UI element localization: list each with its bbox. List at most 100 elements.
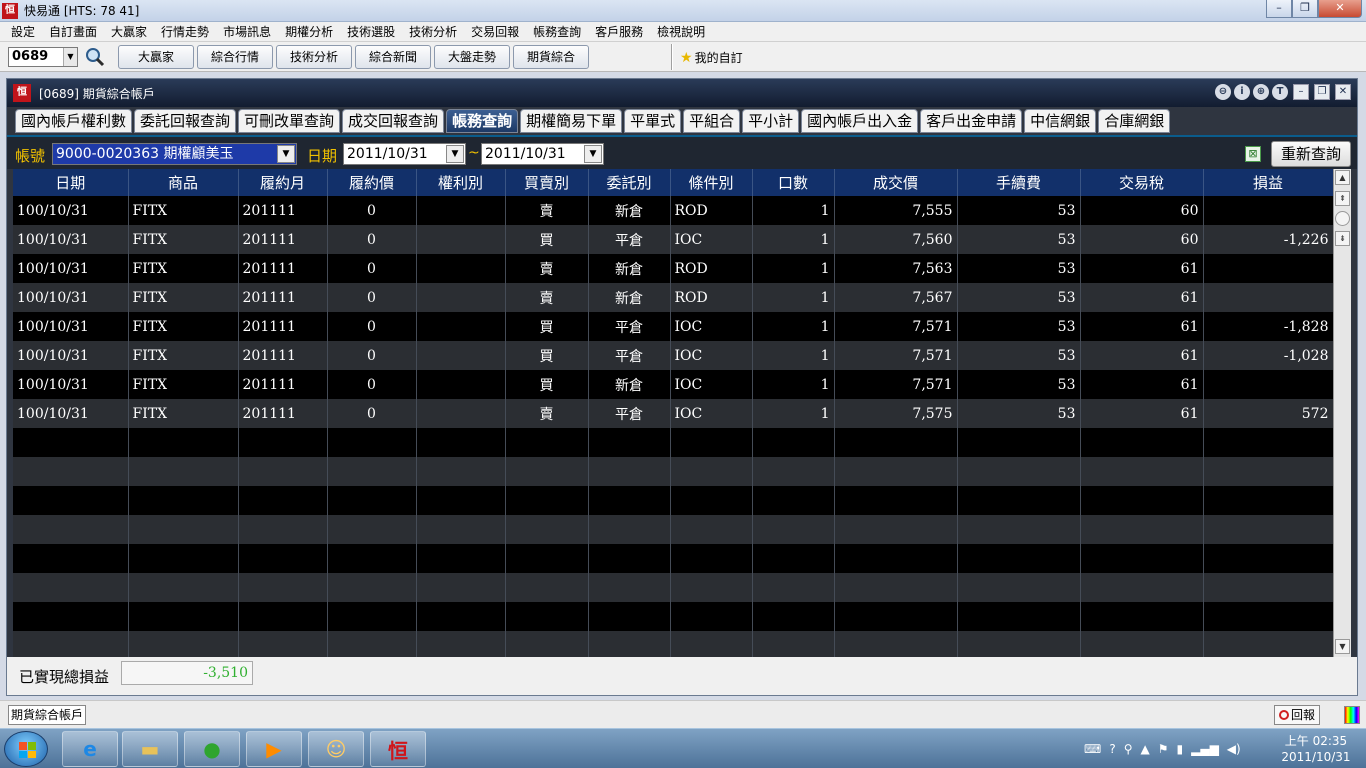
scroll-up-button[interactable]: ▲ <box>1335 170 1350 185</box>
favorites-link[interactable]: ★ 我的自訂 <box>680 49 743 66</box>
window-restore-button[interactable]: ❐ <box>1314 84 1330 100</box>
empty-table-row[interactable] <box>13 544 1334 573</box>
menu-trade-report[interactable]: 交易回報 <box>464 23 526 40</box>
ime-icon[interactable]: ⚲ <box>1124 742 1133 756</box>
requery-button[interactable]: 重新查詢 <box>1271 141 1351 167</box>
tab-order-report[interactable]: 委託回報查詢 <box>134 109 237 133</box>
tab-tcb-netbank[interactable]: 合庫網銀 <box>1098 109 1171 133</box>
tab-close-single[interactable]: 平單式 <box>624 109 682 133</box>
character-app-icon[interactable]: ☺ <box>308 731 364 767</box>
chevron-down-icon[interactable]: ▼ <box>446 145 464 163</box>
window-minimize-button[interactable]: – <box>1293 84 1309 100</box>
empty-table-row[interactable] <box>13 573 1334 602</box>
tech-analysis-button[interactable]: 技術分析 <box>276 45 352 69</box>
col-order-type[interactable]: 委託別 <box>588 169 671 196</box>
tab-modifiable-orders[interactable]: 可刪改單查詢 <box>238 109 341 133</box>
menu-help[interactable]: 檢視說明 <box>650 23 712 40</box>
chevron-down-icon[interactable]: ▼ <box>63 48 77 66</box>
close-button[interactable]: ✕ <box>1318 0 1362 18</box>
help-icon[interactable]: ? <box>1109 742 1115 756</box>
menu-market-news[interactable]: 市場訊息 <box>216 23 278 40</box>
maximize-button[interactable]: ❐ <box>1292 0 1318 18</box>
table-row[interactable]: 100/10/31 FITX 201111 0 賣新倉 ROD 1 7,555 53 60 <box>13 196 1334 225</box>
text-icon[interactable]: T <box>1272 84 1288 100</box>
chevron-down-icon[interactable]: ▼ <box>584 145 602 163</box>
menu-tech-screening[interactable]: 技術選股 <box>340 23 402 40</box>
col-call-put[interactable]: 權利別 <box>416 169 506 196</box>
scroll-page-up-icon[interactable]: ⇞ <box>1335 191 1350 206</box>
action-center-icon[interactable]: ⚑ <box>1158 742 1169 756</box>
messenger-icon[interactable]: ● <box>184 731 240 767</box>
menu-settings[interactable]: 設定 <box>4 23 42 40</box>
col-fill-price[interactable]: 成交價 <box>834 169 958 196</box>
empty-table-row[interactable] <box>13 631 1334 660</box>
menu-account-query[interactable]: 帳務查詢 <box>526 23 588 40</box>
file-explorer-icon[interactable]: ▬ <box>122 731 178 767</box>
col-fee[interactable]: 手續費 <box>957 169 1081 196</box>
col-condition[interactable]: 條件別 <box>670 169 753 196</box>
table-row[interactable]: 100/10/31 FITX 201111 0 買平倉 IOC 1 7,560 53 60 -1,2… <box>13 225 1334 254</box>
zoom-in-icon[interactable]: ⊕ <box>1253 84 1269 100</box>
menu-options-analysis[interactable]: 期權分析 <box>278 23 340 40</box>
empty-table-row[interactable] <box>13 428 1334 457</box>
stock-code-combo[interactable]: 0689 ▼ <box>8 47 78 67</box>
menu-customer-service[interactable]: 客戶服務 <box>588 23 650 40</box>
tab-account-query[interactable]: 帳務查詢 <box>446 109 519 133</box>
minimize-button[interactable]: – <box>1266 0 1292 18</box>
tab-withdraw-request[interactable]: 客戶出金申請 <box>920 109 1023 133</box>
volume-icon[interactable]: ◀) <box>1227 742 1241 756</box>
media-player-icon[interactable]: ▶ <box>246 731 302 767</box>
empty-table-row[interactable] <box>13 457 1334 486</box>
menu-custom-screen[interactable]: 自訂畫面 <box>42 23 104 40</box>
col-product[interactable]: 商品 <box>128 169 239 196</box>
empty-table-row[interactable] <box>13 486 1334 515</box>
big-winner-button[interactable]: 大贏家 <box>118 45 194 69</box>
tab-domestic-rights[interactable]: 國內帳戶權利數 <box>15 109 133 133</box>
tab-close-subtotal[interactable]: 平小計 <box>742 109 800 133</box>
search-icon[interactable] <box>84 46 106 68</box>
date-from-picker[interactable]: 2011/10/31 ▼ <box>343 143 466 165</box>
table-row[interactable]: 100/10/31 FITX 201111 0 買平倉 IOC 1 7,571 53 61 -1,8… <box>13 312 1334 341</box>
tab-close-combo[interactable]: 平組合 <box>683 109 741 133</box>
start-button[interactable] <box>4 731 48 767</box>
futures-composite-button[interactable]: 期貨綜合 <box>513 45 589 69</box>
trading-app-icon[interactable]: 恒 <box>370 731 426 767</box>
window-close-button[interactable]: ✕ <box>1335 84 1351 100</box>
keyboard-icon[interactable]: ⌨ <box>1084 742 1101 756</box>
report-indicator[interactable]: 回報 <box>1274 705 1321 725</box>
table-row[interactable]: 100/10/31 FITX 201111 0 賣新倉 ROD 1 7,567 53 61 <box>13 283 1334 312</box>
scroll-down-button[interactable]: ▼ <box>1335 639 1350 654</box>
palette-icon[interactable] <box>1344 706 1360 724</box>
tab-simple-order[interactable]: 期權簡易下單 <box>520 109 623 133</box>
col-contract-month[interactable]: 履約月 <box>238 169 328 196</box>
tab-fill-report[interactable]: 成交回報查詢 <box>342 109 445 133</box>
account-select[interactable]: 9000-0020363 期權顧美玉 ▼ <box>52 143 297 165</box>
col-qty[interactable]: 口數 <box>752 169 835 196</box>
scroll-page-down-icon[interactable]: ⇟ <box>1335 231 1350 246</box>
col-tax[interactable]: 交易稅 <box>1080 169 1204 196</box>
chevron-down-icon[interactable]: ▼ <box>277 145 295 163</box>
col-date[interactable]: 日期 <box>13 169 129 196</box>
col-pnl[interactable]: 損益 <box>1203 169 1334 196</box>
composite-news-button[interactable]: 綜合新聞 <box>355 45 431 69</box>
tab-ctbc-netbank[interactable]: 中信網銀 <box>1024 109 1097 133</box>
empty-table-row[interactable] <box>13 602 1334 631</box>
export-excel-icon[interactable]: ⊠ <box>1245 146 1261 162</box>
table-row[interactable]: 100/10/31 FITX 201111 0 買平倉 IOC 1 7,571 53 61 -1,0… <box>13 341 1334 370</box>
menu-tech-analysis[interactable]: 技術分析 <box>402 23 464 40</box>
system-clock[interactable]: 上午 02:35 2011/10/31 <box>1276 733 1356 765</box>
network-icon[interactable]: ▂▄▆ <box>1191 742 1219 756</box>
table-row[interactable]: 100/10/31 FITX 201111 0 買新倉 IOC 1 7,571 53 61 <box>13 370 1334 399</box>
show-hidden-icons-icon[interactable]: ▲ <box>1141 742 1150 756</box>
empty-table-row[interactable] <box>13 515 1334 544</box>
scroll-thumb[interactable] <box>1335 211 1350 226</box>
zoom-out-icon[interactable]: ⊖ <box>1215 84 1231 100</box>
menu-big-winner[interactable]: 大贏家 <box>104 23 154 40</box>
composite-quotes-button[interactable]: 綜合行情 <box>197 45 273 69</box>
vertical-scrollbar[interactable]: ▲ ⇞ ⇟ ▼ <box>1333 169 1351 657</box>
internet-explorer-icon[interactable]: e <box>62 731 118 767</box>
date-to-picker[interactable]: 2011/10/31 ▼ <box>481 143 604 165</box>
col-strike[interactable]: 履約價 <box>327 169 417 196</box>
col-side[interactable]: 買賣別 <box>505 169 589 196</box>
status-window-item[interactable]: 期貨綜合帳戶 <box>8 705 87 725</box>
